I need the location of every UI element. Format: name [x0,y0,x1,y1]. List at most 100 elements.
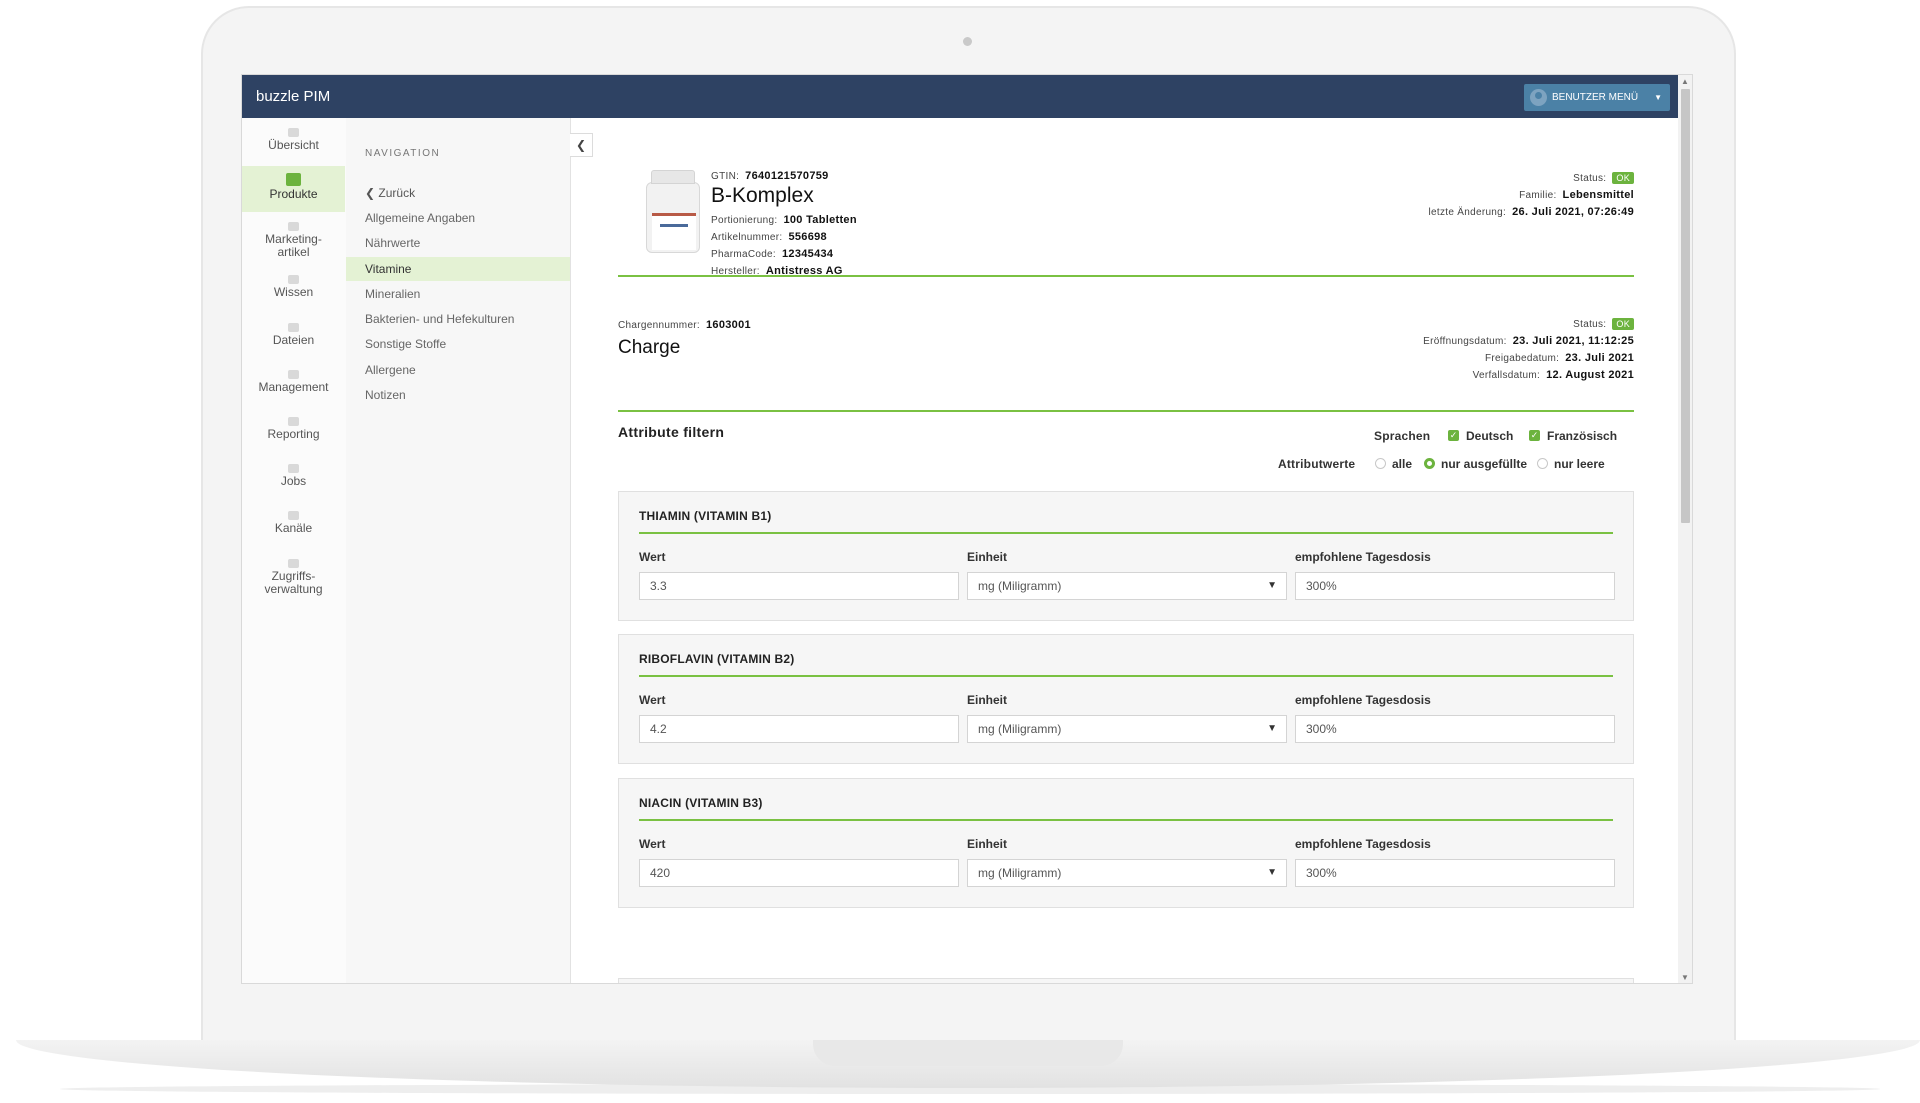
nav-link-allgemeine-angaben[interactable]: Allgemeine Angaben [346,206,570,230]
scroll-up-icon[interactable]: ▲ [1681,77,1689,86]
einheit-select[interactable]: mg (Miligramm) ▼ [967,859,1287,887]
languages-label: Sprachen [1374,429,1431,443]
page-scrollbar[interactable]: ▲ ▼ [1678,75,1692,983]
sidebar-item-label: Dateien [272,333,315,347]
lang-de-checkbox[interactable]: ✓ [1448,430,1459,441]
einheit-label: Einheit [967,693,1008,707]
nav-link-vitamine[interactable]: Vitamine [346,257,570,281]
status-label: Status: [1573,319,1607,330]
card-title: RIBOFLAVIN (VITAMIN B2) [639,652,795,666]
charge-status-row: Status: OK [1573,318,1634,330]
user-menu-button[interactable]: BENUTZER MENÜ ▼ [1524,84,1670,111]
einheit-label: Einheit [967,837,1008,851]
dosis-label: empfohlene Tagesdosis [1295,837,1431,851]
main-sidebar: Übersicht Produkte Marketing- artikel Wi… [242,118,347,983]
card-divider [639,675,1613,677]
lang-fr-label[interactable]: Französisch [1547,429,1617,443]
opened-value: 23. Juli 2021, 11:12:25 [1512,335,1634,347]
sidebar-item-reporting[interactable]: Reporting [242,417,345,441]
last-change-row: letzte Änderung: 26. Juli 2021, 07:26:49 [1428,206,1634,218]
sidebar-item-dateien[interactable]: Dateien [242,323,345,347]
wert-label: Wert [639,693,666,707]
family-row: Familie: Lebensmittel [1519,189,1634,201]
einheit-select[interactable]: mg (Miligramm) ▼ [967,572,1287,600]
scroll-down-icon[interactable]: ▼ [1681,973,1689,982]
pharmacode-value: 12345434 [782,248,834,260]
wert-label: Wert [639,837,666,851]
camera-dot [963,37,972,46]
gtin-label: GTIN: [711,171,740,182]
lang-fr-checkbox[interactable]: ✓ [1529,430,1540,441]
radio-alle-label[interactable]: alle [1392,457,1412,471]
card-title: THIAMIN (VITAMIN B1) [639,509,772,523]
bottle-label [652,213,696,250]
nav-link-naehrwerte[interactable]: Nährwerte [346,231,570,255]
gears-icon [288,370,299,379]
sidebar-item-kanaele[interactable]: Kanäle [242,511,345,535]
sidebar-item-label: Jobs [280,474,307,488]
gtin-value: 7640121570759 [745,170,829,182]
attribute-card: THIAMIN (VITAMIN B1) Wert 3.3 Einheit mg… [618,491,1634,621]
opened-label: Eröffnungsdatum: [1423,336,1507,347]
sidebar-item-uebersicht[interactable]: Übersicht [242,128,345,152]
wert-input[interactable]: 3.3 [639,572,959,600]
sidebar-item-marketingartikel[interactable]: Marketing- artikel [242,222,345,259]
dropdown-arrow-icon: ▼ [1267,723,1277,734]
sidebar-item-label: Marketing- artikel [265,232,322,259]
back-link[interactable]: ❮ Zurück [365,186,415,200]
dosis-input[interactable]: 300% [1295,715,1615,743]
nav-heading: NAVIGATION [365,148,441,159]
nav-link-notizen[interactable]: Notizen [346,383,570,407]
einheit-value: mg (Miligramm) [978,866,1062,880]
graduation-cap-icon [288,275,299,284]
status-badge: OK [1612,172,1634,184]
app-screen: buzzle PIM BENUTZER MENÜ ▼ ▲ ▼ Übersicht… [241,74,1693,984]
expiry-label: Verfallsdatum: [1472,370,1541,381]
dosis-input[interactable]: 300% [1295,572,1615,600]
released-row: Freigabedatum: 23. Juli 2021 [1485,352,1634,364]
user-avatar-icon [1530,89,1547,106]
radio-alle[interactable] [1375,458,1386,469]
card-divider [639,532,1613,534]
radio-nur-ausgefuellte[interactable] [1424,458,1435,469]
portion-label: Portionierung: [711,215,778,226]
einheit-select[interactable]: mg (Miligramm) ▼ [967,715,1287,743]
wert-input[interactable]: 4.2 [639,715,959,743]
filter-title: Attribute filtern [618,424,725,440]
lang-de-label[interactable]: Deutsch [1466,429,1513,443]
charge-number-label: Chargennummer: [618,320,701,331]
radio-nur-leere[interactable] [1537,458,1548,469]
sidebar-item-produkte[interactable]: Produkte [242,166,345,212]
nav-link-mineralien[interactable]: Mineralien [346,282,570,306]
nav-link-sonstige-stoffe[interactable]: Sonstige Stoffe [346,332,570,356]
sidebar-item-label: Kanäle [274,521,313,535]
family-value: Lebensmittel [1562,189,1634,201]
released-label: Freigabedatum: [1485,353,1560,364]
product-divider [618,275,1634,277]
radio-nur-leere-label[interactable]: nur leere [1554,457,1605,471]
sidebar-item-management[interactable]: Management [242,370,345,394]
caret-down-icon: ▼ [1654,93,1662,102]
info-icon [288,128,299,137]
charge-title: Charge [618,337,681,358]
sidebar-item-wissen[interactable]: Wissen [242,275,345,299]
sidebar-item-label: Management [258,380,329,394]
section-navigation: NAVIGATION ❮ Zurück Allgemeine Angaben N… [346,118,571,983]
dosis-input[interactable]: 300% [1295,859,1615,887]
user-menu-label: BENUTZER MENÜ [1552,92,1639,103]
sidebar-item-jobs[interactable]: Jobs [242,464,345,488]
radio-nur-ausgefuellte-label[interactable]: nur ausgefüllte [1441,457,1527,471]
attribute-values-label: Attributwerte [1278,457,1356,471]
toggle-icon [288,511,299,520]
pharmacode-label: PharmaCode: [711,249,776,260]
status-badge: OK [1612,318,1634,330]
dropdown-arrow-icon: ▼ [1267,580,1277,591]
sidebar-item-zugriffsverwaltung[interactable]: Zugriffs- verwaltung [242,559,345,596]
nav-link-bakterien[interactable]: Bakterien- und Hefekulturen [346,307,570,331]
charge-number-row: Chargennummer: 1603001 [618,319,751,331]
scrollbar-thumb[interactable] [1681,89,1690,523]
wert-label: Wert [639,550,666,564]
nav-link-allergene[interactable]: Allergene [346,358,570,382]
wert-input[interactable]: 420 [639,859,959,887]
card-title: NIACIN (VITAMIN B3) [639,796,763,810]
